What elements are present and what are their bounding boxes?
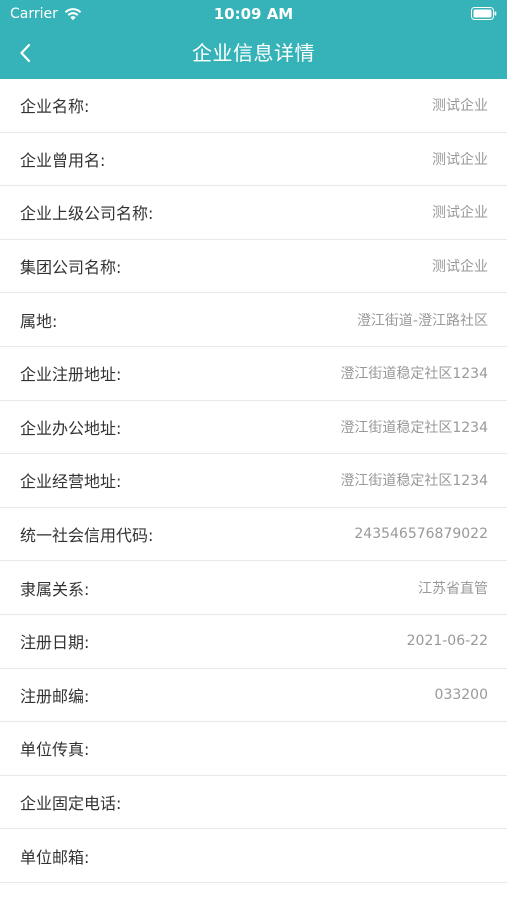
- row-label: 属地:: [20, 311, 58, 331]
- status-bar: Carrier 10:09 AM: [0, 0, 507, 28]
- row-value: 测试企业: [432, 98, 488, 115]
- info-row-credit-code: 统一社会信用代码: 243546576879022: [0, 508, 507, 562]
- header: Carrier 10:09 AM 企业信息详情: [0, 0, 507, 79]
- row-label: 集团公司名称:: [20, 258, 122, 278]
- info-row-locality: 属地: 澄江街道-澄江路社区: [0, 293, 507, 347]
- row-label: 企业固定电话:: [20, 794, 122, 814]
- row-value: 033200: [434, 686, 488, 703]
- info-row-office-address: 企业办公地址: 澄江街道稳定社区1234: [0, 401, 507, 455]
- row-label: 注册邮编:: [20, 686, 90, 706]
- row-value: 测试企业: [432, 151, 488, 168]
- row-label: 企业经营地址:: [20, 472, 122, 492]
- info-row-registered-address: 企业注册地址: 澄江街道稳定社区1234: [0, 347, 507, 401]
- info-row-landline: 企业固定电话:: [0, 776, 507, 830]
- row-value: 澄江街道稳定社区1234: [340, 473, 488, 490]
- info-row-business-address: 企业经营地址: 澄江街道稳定社区1234: [0, 454, 507, 508]
- row-label: 注册日期:: [20, 633, 90, 653]
- info-row-company-name: 企业名称: 测试企业: [0, 79, 507, 133]
- info-row-group-company: 集团公司名称: 测试企业: [0, 240, 507, 294]
- row-label: 企业办公地址:: [20, 418, 122, 438]
- status-time: 10:09 AM: [213, 5, 294, 23]
- row-value: 测试企业: [432, 205, 488, 222]
- info-row-affiliation: 隶属关系: 江苏省直管: [0, 561, 507, 615]
- info-row-postal-code: 注册邮编: 033200: [0, 669, 507, 723]
- row-label: 单位邮箱:: [20, 847, 90, 867]
- nav-bar: 企业信息详情: [0, 28, 507, 79]
- row-value: 243546576879022: [354, 526, 488, 543]
- info-row-email: 单位邮箱:: [0, 829, 507, 883]
- row-value: 2021-06-22: [406, 633, 488, 650]
- row-label: 企业上级公司名称:: [20, 204, 154, 224]
- row-value: 测试企业: [432, 259, 488, 276]
- row-label: 企业注册地址:: [20, 365, 122, 385]
- row-label: 企业曾用名:: [20, 150, 106, 170]
- row-label: 统一社会信用代码:: [20, 526, 154, 546]
- row-label: 单位传真:: [20, 740, 90, 760]
- info-list: 企业名称: 测试企业 企业曾用名: 测试企业 企业上级公司名称: 测试企业 集团…: [0, 79, 507, 883]
- row-value: 澄江街道稳定社区1234: [340, 419, 488, 436]
- info-row-registration-date: 注册日期: 2021-06-22: [0, 615, 507, 669]
- row-label: 隶属关系:: [20, 579, 90, 599]
- info-row-former-name: 企业曾用名: 测试企业: [0, 133, 507, 187]
- row-value: 江苏省直管: [418, 580, 488, 597]
- battery-icon: [471, 7, 497, 20]
- page-title: 企业信息详情: [192, 41, 315, 65]
- row-value: 澄江街道-澄江路社区: [356, 312, 488, 329]
- info-row-parent-company: 企业上级公司名称: 测试企业: [0, 186, 507, 240]
- info-row-fax: 单位传真:: [0, 722, 507, 776]
- row-value: 澄江街道稳定社区1234: [340, 366, 488, 383]
- row-label: 企业名称:: [20, 97, 90, 117]
